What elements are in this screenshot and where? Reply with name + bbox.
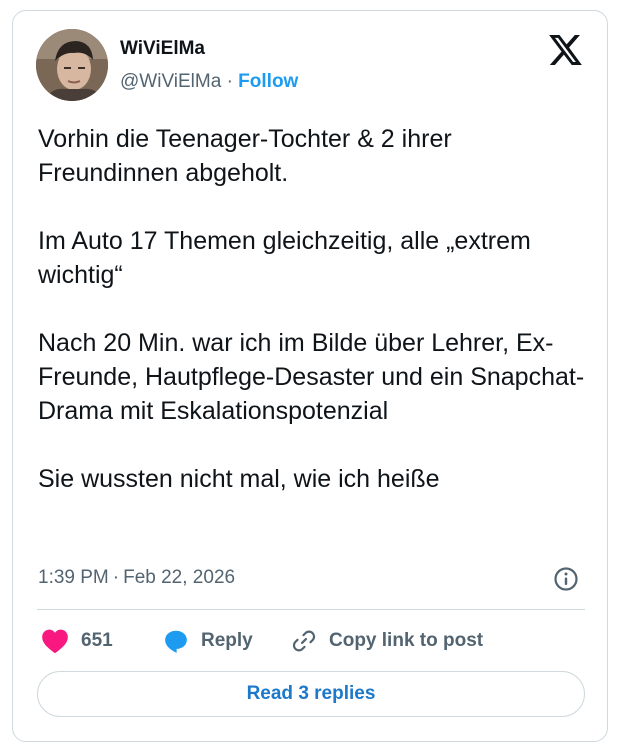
like-count: 651 bbox=[81, 630, 113, 651]
timestamp-separator: · bbox=[112, 567, 120, 588]
post-text: Vorhin die Teenager-Tochter & 2 ihrer Fr… bbox=[38, 122, 598, 496]
post-date: Feb 22, 2026 bbox=[123, 567, 236, 588]
heart-icon bbox=[42, 629, 68, 654]
author-display-name[interactable]: WiViElMa bbox=[120, 38, 205, 60]
info-icon[interactable] bbox=[553, 566, 579, 592]
reply-button[interactable]: Reply bbox=[163, 625, 253, 657]
post-time: 1:39 PM bbox=[38, 567, 109, 588]
embedded-post-card: WiViElMa @WiViElMa · Follow Vorhin die T… bbox=[12, 10, 608, 742]
author-handle-row: @WiViElMa · Follow bbox=[120, 71, 298, 93]
read-replies-button[interactable]: Read 3 replies bbox=[37, 671, 585, 717]
link-icon bbox=[292, 630, 316, 652]
post-paragraph: Nach 20 Min. war ich im Bilde über Lehre… bbox=[38, 329, 585, 425]
post-paragraph: Im Auto 17 Themen gleichzeitig, alle „ex… bbox=[38, 227, 531, 289]
like-button[interactable]: 651 bbox=[41, 625, 113, 657]
copy-link-label: Copy link to post bbox=[329, 630, 484, 651]
x-logo-icon[interactable] bbox=[549, 35, 582, 65]
avatar-photo bbox=[36, 29, 108, 101]
copy-link-button[interactable]: Copy link to post bbox=[291, 625, 483, 657]
post-paragraph: Vorhin die Teenager-Tochter & 2 ihrer Fr… bbox=[38, 125, 452, 187]
speech-bubble-icon bbox=[165, 630, 187, 653]
reply-label: Reply bbox=[201, 630, 253, 651]
post-paragraph: Sie wussten nicht mal, wie ich heiße bbox=[38, 465, 440, 493]
post-time-link[interactable]: 1:39 PM · Feb 22, 2026 bbox=[38, 567, 235, 588]
divider bbox=[37, 609, 585, 610]
follow-button[interactable]: Follow bbox=[238, 71, 298, 92]
avatar[interactable] bbox=[36, 29, 108, 101]
handle-separator: · bbox=[226, 71, 233, 92]
post-timestamp: 1:39 PM · Feb 22, 2026 bbox=[38, 567, 235, 589]
author-handle[interactable]: @WiViElMa bbox=[120, 71, 221, 92]
